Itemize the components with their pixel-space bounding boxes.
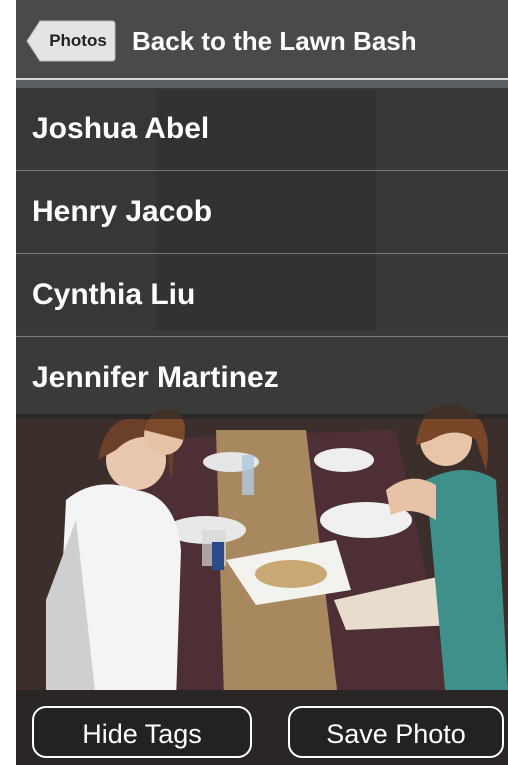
back-button-label: Photos: [49, 31, 107, 50]
save-photo-button[interactable]: Save Photo: [288, 706, 504, 758]
tag-row[interactable]: Jennifer Martinez: [16, 337, 508, 419]
hide-tags-button[interactable]: Hide Tags: [32, 706, 252, 758]
tag-name: Henry Jacob: [32, 195, 213, 228]
navigation-bar: Photos Back to the Lawn Bash: [16, 0, 508, 80]
tag-name: Jennifer Martinez: [32, 361, 279, 394]
photo-viewer: Photos Back to the Lawn Bash Joshua Abel…: [16, 0, 508, 765]
tag-name: Joshua Abel: [32, 112, 210, 145]
back-button-photos[interactable]: Photos: [26, 20, 116, 62]
tag-row[interactable]: Henry Jacob: [16, 171, 508, 254]
page-title: Back to the Lawn Bash: [132, 26, 417, 56]
tag-name: Cynthia Liu: [32, 278, 196, 311]
tag-row[interactable]: Joshua Abel: [16, 88, 508, 171]
tag-row[interactable]: Cynthia Liu: [16, 254, 508, 337]
tag-list: Joshua Abel Henry Jacob Cynthia Liu Jenn…: [16, 88, 508, 419]
